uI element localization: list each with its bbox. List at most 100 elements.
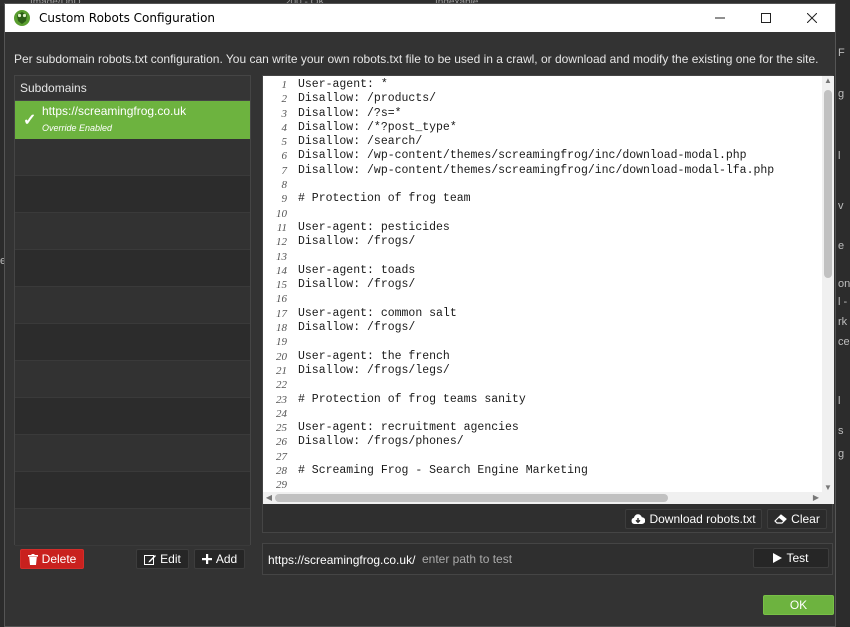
code-line: 14 User-agent: toads bbox=[263, 264, 774, 278]
override-status: Override Enabled bbox=[42, 123, 113, 133]
list-item bbox=[15, 287, 250, 324]
code-line: 5 Disallow: /search/ bbox=[263, 135, 774, 149]
line-number: 14 bbox=[276, 264, 287, 277]
line-number: 22 bbox=[276, 379, 287, 392]
list-item bbox=[15, 361, 250, 398]
minimize-button[interactable] bbox=[697, 4, 743, 32]
line-number: 10 bbox=[276, 207, 287, 220]
bg-text: g bbox=[838, 88, 845, 100]
bg-text: l - bbox=[838, 296, 848, 308]
code-line: 18 Disallow: /frogs/ bbox=[263, 321, 774, 335]
scroll-up-icon[interactable]: ▲ bbox=[822, 76, 834, 85]
subdomain-item-selected[interactable]: ✓ https://screamingfrog.co.uk Override E… bbox=[15, 101, 250, 139]
line-text: Disallow: /frogs/ bbox=[298, 235, 416, 249]
ok-button[interactable]: OK bbox=[763, 595, 834, 615]
bg-text: v bbox=[838, 200, 844, 212]
edit-button[interactable]: Edit bbox=[136, 549, 189, 569]
vertical-scrollbar[interactable]: ▲ ▼ bbox=[822, 76, 834, 492]
line-text: Disallow: /search/ bbox=[298, 135, 423, 149]
robots-text-editor[interactable]: 1 User-agent: * 2 Disallow: /products/3 Disa… bbox=[263, 76, 834, 492]
code-line: 24 bbox=[263, 407, 774, 421]
code-line: 25 User-agent: recruitment agencies bbox=[263, 421, 774, 435]
line-number: 11 bbox=[276, 221, 287, 234]
horizontal-scrollbar[interactable]: ◀ ▶ bbox=[263, 492, 834, 504]
line-number: 21 bbox=[276, 364, 287, 377]
line-number: 12 bbox=[276, 236, 287, 249]
line-number: 26 bbox=[276, 436, 287, 449]
edit-icon bbox=[144, 554, 157, 565]
list-item bbox=[15, 435, 250, 472]
line-number: 2 bbox=[281, 93, 288, 106]
code-line: 15 Disallow: /frogs/ bbox=[263, 278, 774, 292]
line-number: 5 bbox=[281, 136, 288, 149]
description-text: Per subdomain robots.txt configuration. … bbox=[14, 52, 819, 66]
line-number: 23 bbox=[276, 393, 287, 406]
line-number: 16 bbox=[276, 293, 287, 306]
code-line: 7 Disallow: /wp-content/themes/screamingf… bbox=[263, 163, 775, 178]
bg-text: rk bbox=[838, 316, 848, 328]
robots-editor-panel: 1 User-agent: * 2 Disallow: /products/3 Disa… bbox=[262, 75, 834, 533]
download-label: Download robots.txt bbox=[649, 512, 756, 526]
test-button[interactable]: Test bbox=[753, 548, 829, 568]
edit-label: Edit bbox=[160, 552, 181, 566]
line-number: 27 bbox=[276, 450, 287, 463]
test-path-input[interactable] bbox=[422, 550, 742, 568]
bg-text: l bbox=[838, 150, 841, 162]
code-line: 11 User-agent: pesticides bbox=[263, 221, 774, 235]
code-line: 17 User-agent: common salt bbox=[263, 307, 774, 321]
line-number: 29 bbox=[276, 479, 287, 492]
add-button[interactable]: Add bbox=[194, 549, 245, 569]
line-number: 20 bbox=[276, 350, 287, 363]
list-item bbox=[15, 139, 250, 176]
play-icon bbox=[773, 553, 783, 563]
delete-label: Delete bbox=[41, 552, 77, 566]
line-text: Disallow: /?s=* bbox=[298, 106, 402, 120]
plus-icon bbox=[201, 554, 212, 564]
list-item bbox=[15, 324, 250, 361]
minimize-icon bbox=[715, 17, 725, 19]
bg-text: l bbox=[838, 395, 841, 407]
code-line: 10 bbox=[263, 207, 774, 221]
line-number: 13 bbox=[276, 250, 287, 263]
line-number: 3 bbox=[281, 107, 288, 120]
scroll-right-icon[interactable]: ▶ bbox=[810, 493, 822, 502]
title-bar[interactable]: Custom Robots Configuration bbox=[5, 4, 835, 32]
line-number: 24 bbox=[276, 407, 287, 420]
scroll-thumb[interactable] bbox=[275, 494, 668, 502]
close-button[interactable] bbox=[789, 4, 835, 32]
line-number: 18 bbox=[276, 322, 287, 335]
clear-button[interactable]: Clear bbox=[767, 509, 827, 529]
code-line: 2 Disallow: /products/ bbox=[263, 92, 774, 106]
scroll-thumb[interactable] bbox=[824, 90, 832, 278]
line-number: 25 bbox=[276, 422, 287, 435]
list-item bbox=[15, 398, 250, 435]
line-text: Disallow: /*?post_type* bbox=[298, 120, 457, 134]
bg-text: F bbox=[838, 47, 845, 59]
line-text: User-agent: common salt bbox=[298, 306, 457, 320]
scroll-down-icon[interactable]: ▼ bbox=[822, 483, 834, 492]
list-item bbox=[15, 250, 250, 287]
maximize-button[interactable] bbox=[743, 4, 789, 32]
close-icon bbox=[807, 13, 817, 23]
line-text: Disallow: /frogs/ bbox=[298, 321, 416, 335]
line-text: # Protection of frog teams sanity bbox=[298, 392, 526, 406]
line-text: User-agent: recruitment agencies bbox=[298, 421, 519, 435]
code-line: 6 Disallow: /wp-content/themes/screamingf… bbox=[263, 149, 774, 163]
scroll-left-icon[interactable]: ◀ bbox=[263, 493, 275, 502]
ok-label: OK bbox=[789, 598, 808, 612]
line-text: Disallow: /wp-content/themes/screamingfr… bbox=[298, 163, 775, 177]
frog-logo-icon bbox=[14, 10, 30, 26]
line-text: Disallow: /products/ bbox=[298, 92, 437, 106]
test-url-bar: https://screamingfrog.co.uk/ Test bbox=[262, 543, 833, 575]
code-line: 8 bbox=[263, 178, 774, 192]
list-item bbox=[15, 176, 250, 213]
line-text: Disallow: /wp-content/themes/screamingfr… bbox=[298, 149, 747, 163]
delete-button[interactable]: Delete bbox=[20, 549, 84, 569]
code-line: 12 Disallow: /frogs/ bbox=[263, 235, 774, 249]
code-line: 19 bbox=[263, 335, 774, 349]
list-item bbox=[15, 213, 250, 250]
line-text: User-agent: toads bbox=[298, 263, 416, 277]
download-robots-button[interactable]: Download robots.txt bbox=[625, 509, 762, 529]
add-label: Add bbox=[215, 552, 238, 566]
code-line: 4 Disallow: /*?post_type* bbox=[263, 121, 774, 135]
